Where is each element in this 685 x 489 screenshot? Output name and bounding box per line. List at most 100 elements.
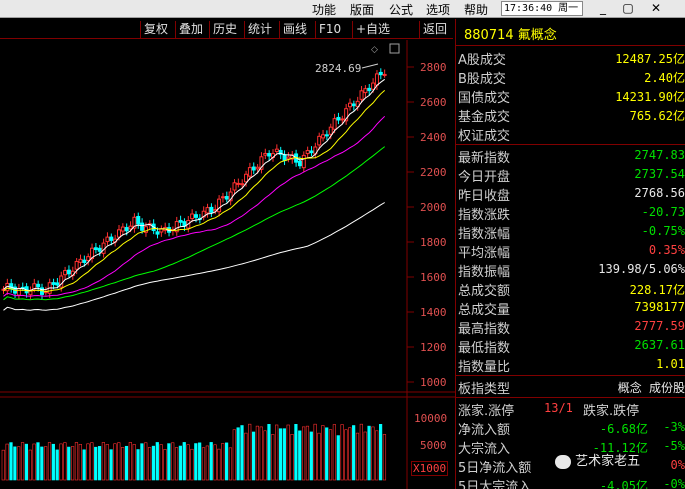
candle-body [220, 196, 225, 199]
draw-line-button[interactable]: 画线 [279, 21, 310, 38]
candle-body [155, 231, 160, 235]
candle-body [178, 219, 183, 223]
volume-bar [298, 430, 302, 481]
quote-row: 最高指数 2777.59 [458, 317, 685, 337]
candle-body [305, 150, 310, 155]
row-percent: -0% [663, 477, 685, 489]
volume-bar [313, 423, 317, 481]
high-annotation: 2824.69 [315, 62, 361, 75]
volume-bar [221, 443, 225, 481]
panel-toggle-icon[interactable] [389, 43, 400, 54]
row-value: 2.40亿 [644, 71, 685, 85]
restore-rights-button[interactable]: 复权 [140, 21, 171, 38]
separator [456, 375, 685, 376]
volume-bar [301, 426, 306, 481]
add-watchlist-button[interactable]: +自选 [352, 21, 393, 38]
quote-row: 今日开盘 2737.54 [458, 165, 685, 185]
volume-bar [36, 442, 40, 481]
candle-body [363, 88, 368, 94]
candle-body [244, 173, 249, 183]
volume-bar [332, 424, 337, 481]
stock-code: 880714 [464, 28, 514, 43]
candle-body [78, 258, 83, 263]
volume-bar [167, 443, 171, 481]
quote-row: A股成交 12487.25亿 [458, 48, 685, 68]
close-button[interactable]: ✕ [645, 0, 667, 17]
overlay-button[interactable]: 叠加 [175, 21, 206, 38]
candle-body [297, 160, 302, 167]
volume-bar [151, 445, 156, 481]
volume-bar [267, 424, 271, 481]
menu-options[interactable]: 选项 [426, 1, 450, 18]
candle-body [301, 154, 306, 169]
candle-body [120, 226, 125, 232]
volume-bar [171, 442, 175, 481]
candle-body [263, 152, 268, 156]
row-label: 总成交量 [458, 303, 511, 318]
statistics-button[interactable]: 统计 [244, 21, 275, 38]
diamond-icon[interactable]: ◇ [371, 45, 378, 55]
candle-body [236, 182, 241, 185]
candle-body [74, 260, 79, 270]
row-label: 最高指数 [458, 322, 511, 337]
back-button[interactable]: 返回 [419, 21, 450, 38]
row-label: 今日开盘 [458, 170, 511, 185]
volume-bar [109, 449, 113, 481]
candle-body [36, 283, 41, 288]
row-label: 涨家.涨停 [458, 404, 515, 419]
row-value: -6.68亿 [599, 422, 648, 436]
separator [456, 397, 685, 398]
maximize-button[interactable]: ▢ [617, 0, 639, 17]
y-tick: 1400 [420, 306, 447, 319]
volume-bar [17, 446, 21, 481]
candle-body [348, 102, 352, 108]
quote-row: 最低指数 2637.61 [458, 336, 685, 356]
volume-bar [363, 431, 367, 481]
row-label: 净流入额 [458, 423, 511, 438]
volume-bar [144, 442, 148, 481]
moving-average-line [3, 90, 386, 293]
kline-chart[interactable]: 2824.69 ◇ [0, 40, 455, 489]
candle-body [324, 134, 329, 137]
candle-body [82, 259, 87, 263]
row-label: 昨日收盘 [458, 189, 511, 204]
menu-function[interactable]: 功能 [312, 1, 336, 18]
row-value: -20.73 [641, 205, 685, 219]
menu-help[interactable]: 帮助 [464, 1, 488, 18]
row-value: 2637.61 [634, 338, 685, 352]
volume-bar [321, 425, 325, 481]
volume-bar [248, 423, 252, 481]
row-label: 5日大宗流入 [458, 480, 532, 489]
volume-bar [117, 442, 121, 481]
sector-type-row: 板指类型 概念 成份股 [458, 377, 685, 397]
row-label: 指数振幅 [458, 265, 511, 280]
menu-layout[interactable]: 版面 [350, 1, 374, 18]
row-label: 大宗流入 [458, 442, 511, 457]
candle-body [240, 183, 245, 186]
row-label: 最低指数 [458, 341, 511, 356]
history-button[interactable]: 历史 [209, 21, 240, 38]
volume-bar [325, 427, 329, 481]
volume-bar [259, 426, 263, 481]
row-label: 5日净流入额 [458, 461, 532, 476]
volume-bar [90, 442, 94, 481]
y-tick: 2600 [420, 96, 447, 109]
volume-bar [24, 443, 29, 481]
candle-body [105, 236, 110, 243]
volume-bar [371, 426, 375, 481]
volume-bar [59, 443, 63, 481]
candle-body [367, 87, 372, 92]
watermark-text: 艺术家老五 [575, 454, 641, 469]
quote-row: 国债成交 14231.90亿 [458, 86, 685, 106]
f10-button[interactable]: F10 [315, 21, 344, 38]
volume-bar [40, 446, 44, 481]
volume-bar [255, 425, 260, 481]
menu-formula[interactable]: 公式 [389, 1, 413, 18]
row-value: 228.17亿 [629, 283, 685, 297]
volume-bar [240, 425, 244, 481]
row-value: 139.98/5.06% [598, 262, 685, 276]
chart-toolbar: 复权 叠加 历史 统计 画线 F10 +自选 返回 [0, 19, 453, 39]
candle-body [224, 196, 229, 200]
minimize-button[interactable]: _ [592, 0, 614, 17]
volume-bar [159, 444, 163, 481]
